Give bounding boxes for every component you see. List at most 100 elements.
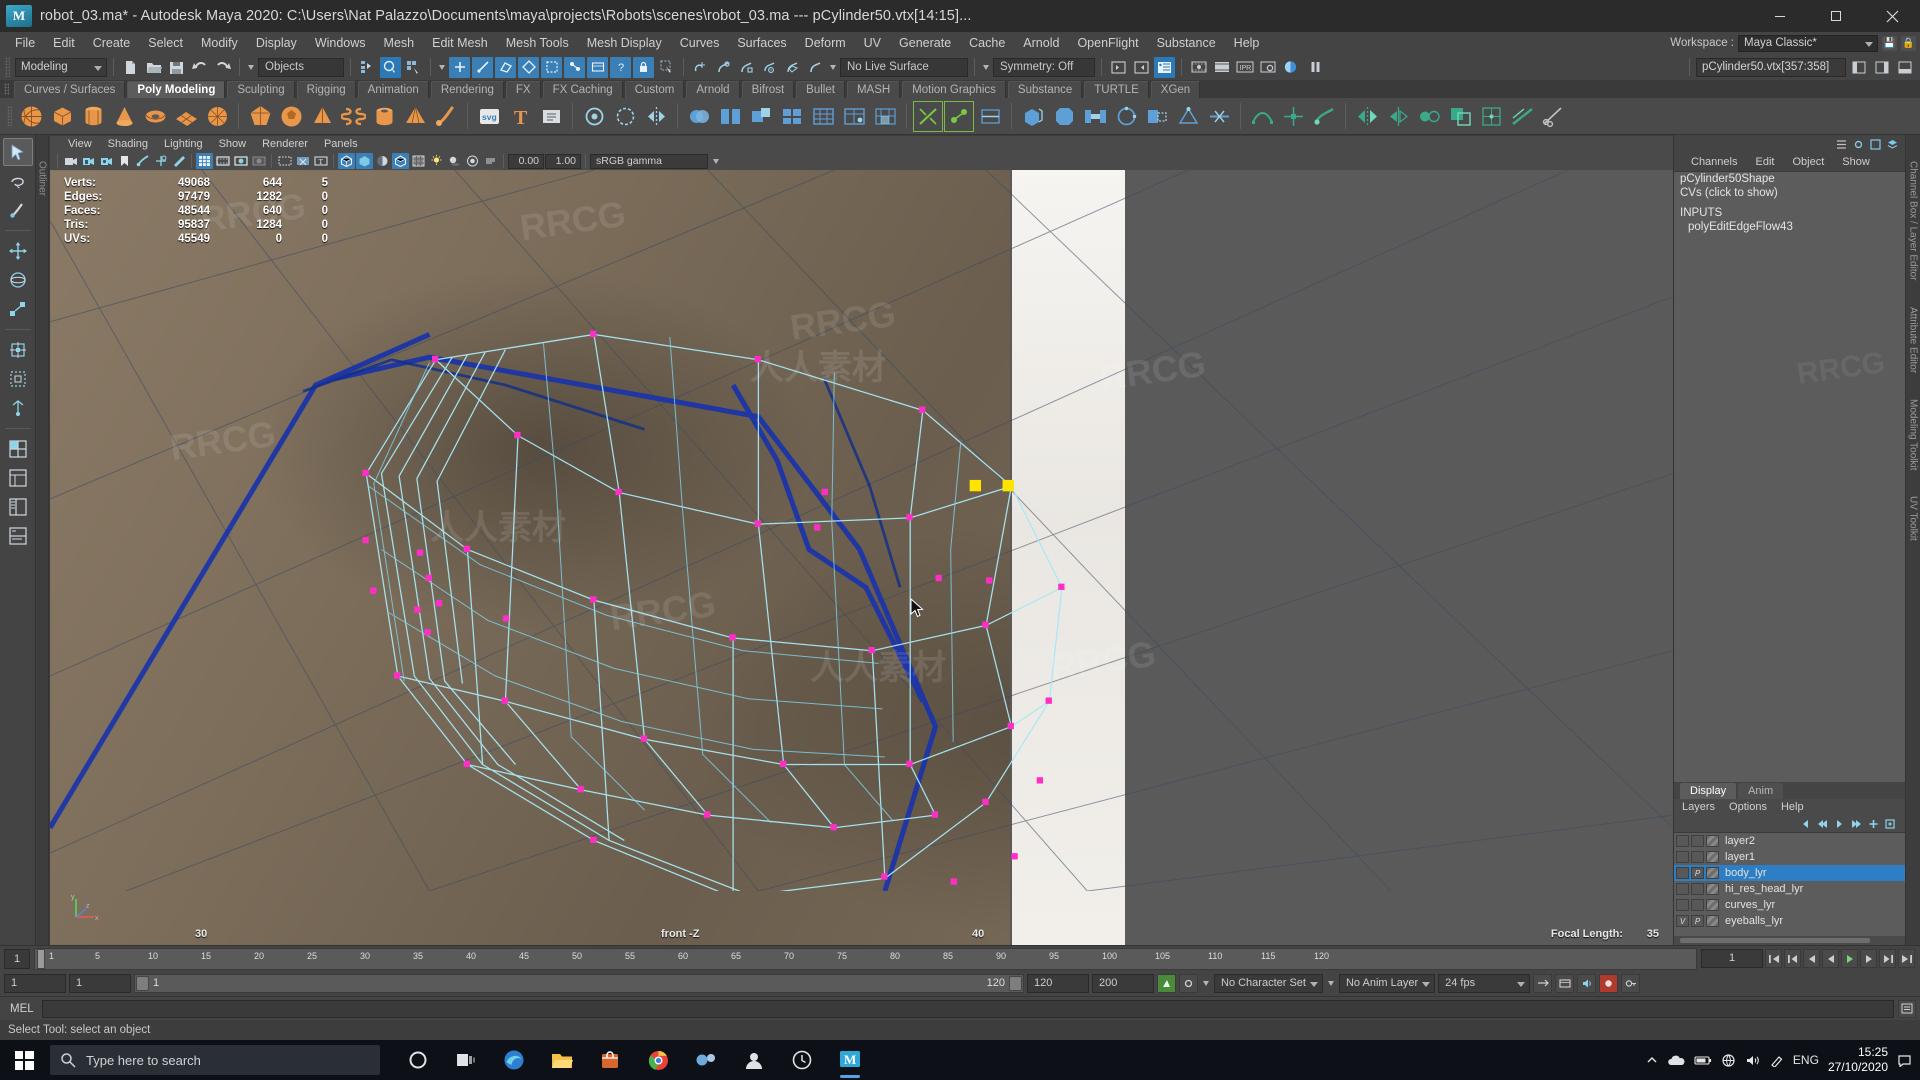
component-pivot-icon[interactable] [564, 57, 585, 78]
auto-key-icon[interactable] [1157, 974, 1176, 993]
film-gate-icon[interactable] [214, 153, 231, 169]
shelf-tab-rendering[interactable]: Rendering [431, 81, 504, 98]
layer-name[interactable]: eyeballs_lyr [1725, 915, 1783, 927]
cortana-icon[interactable] [396, 1040, 440, 1080]
poly-platonic-icon[interactable] [245, 101, 275, 132]
move-tool[interactable] [3, 237, 33, 265]
toggle-attribute-editor-icon[interactable] [1871, 57, 1892, 78]
component-hull-icon[interactable] [541, 57, 562, 78]
toggle-toolbox-icon[interactable] [1848, 57, 1869, 78]
quad-layout-button[interactable] [3, 435, 33, 463]
layer-color-swatch[interactable] [1706, 899, 1719, 911]
create-new-layer-icon[interactable] [1867, 818, 1880, 830]
onedrive-icon[interactable] [1667, 1054, 1685, 1066]
layer-row[interactable]: curves_lyr [1674, 897, 1905, 913]
chevron-down-icon[interactable] [1328, 981, 1334, 986]
playback-settings-icon[interactable] [1555, 974, 1574, 993]
undo-icon[interactable] [189, 57, 210, 78]
playback-end-field[interactable]: 120 [1027, 974, 1089, 993]
time-slider-track[interactable]: 1 5 10 15 20 25 30 35 40 45 50 55 60 65 … [34, 948, 1697, 970]
layer-playback-toggle[interactable] [1691, 883, 1704, 895]
poly-prism-icon[interactable] [307, 101, 337, 132]
shelf-tab-curves-surfaces[interactable]: Curves / Surfaces [14, 81, 125, 98]
multi-cut-icon[interactable] [913, 101, 943, 132]
hypershade-icon[interactable] [1280, 57, 1301, 78]
store-icon[interactable] [588, 1040, 632, 1080]
target-weld-icon[interactable] [944, 101, 974, 132]
layer-move-top-icon[interactable] [1816, 818, 1829, 830]
render-settings-icon[interactable] [1257, 57, 1278, 78]
snap-to-view-plane-icon[interactable] [782, 57, 803, 78]
panel-menu-view[interactable]: View [60, 136, 100, 152]
menu-openflight[interactable]: OpenFlight [1068, 32, 1147, 54]
layer-color-swatch[interactable] [1706, 883, 1719, 895]
selection-mask-field[interactable]: Objects [258, 58, 344, 77]
bridge-icon[interactable] [1080, 101, 1110, 132]
gate-mask-icon[interactable] [250, 153, 267, 169]
extract-icon[interactable] [746, 101, 776, 132]
svg-icon[interactable]: svg [474, 101, 504, 132]
step-back-key-icon[interactable] [1784, 949, 1801, 968]
snap-to-point-icon[interactable] [736, 57, 757, 78]
shelf-tab-custom[interactable]: Custom [625, 81, 685, 98]
playblast-icon[interactable] [1533, 974, 1552, 993]
channel-box-attribute-icon[interactable] [1869, 138, 1882, 151]
channel-box-list-icon[interactable] [1835, 138, 1848, 151]
workspace-lock-icon[interactable]: 🔒 [1901, 36, 1916, 51]
component-face-icon[interactable] [495, 57, 516, 78]
poly-pipe-icon[interactable] [369, 101, 399, 132]
layer-name[interactable]: body_lyr [1725, 867, 1767, 879]
menu-display[interactable]: Display [247, 32, 306, 54]
tab-channels[interactable]: Channels [1682, 156, 1746, 168]
language-indicator[interactable]: ENG [1793, 1053, 1819, 1067]
time-slider-cursor[interactable] [37, 949, 45, 969]
lasso-select-tool[interactable] [3, 167, 33, 195]
circularize-icon[interactable] [1111, 101, 1141, 132]
layer-playback-toggle[interactable] [1691, 899, 1704, 911]
go-to-start-icon[interactable] [1765, 949, 1782, 968]
key-icon[interactable] [1621, 974, 1640, 993]
symmetry-sculpt-icon[interactable] [641, 101, 671, 132]
workspace-save-icon[interactable]: 💾 [1882, 36, 1897, 51]
render-current-frame-icon[interactable] [1188, 57, 1209, 78]
shelf-tab-mash[interactable]: MASH [847, 81, 900, 98]
play-forwards-icon[interactable] [1841, 949, 1858, 968]
layer-row[interactable]: hi_res_head_lyr [1674, 881, 1905, 897]
poly-soccer-ball-icon[interactable] [276, 101, 306, 132]
channel-box-cvs-label[interactable]: CVs (click to show) [1674, 186, 1905, 200]
file-explorer-icon[interactable] [540, 1040, 584, 1080]
lock-selection-icon[interactable] [633, 57, 654, 78]
show-hide-editors-right-icon[interactable] [1131, 57, 1152, 78]
range-slider-right-handle[interactable] [1009, 976, 1022, 991]
layer-name[interactable]: hi_res_head_lyr [1725, 883, 1803, 895]
highlight-selection-icon[interactable] [656, 57, 677, 78]
animation-start-field[interactable]: 1 [4, 974, 66, 993]
menu-deform[interactable]: Deform [796, 32, 855, 54]
chrome-icon[interactable] [636, 1040, 680, 1080]
tab-edit[interactable]: Edit [1746, 156, 1783, 168]
layer-color-swatch[interactable] [1706, 851, 1719, 863]
shelf-tab-fx-caching[interactable]: FX Caching [543, 81, 623, 98]
transform-component-icon[interactable] [1278, 101, 1308, 132]
smooth-shade-icon[interactable] [356, 153, 373, 169]
bookmark-icon[interactable] [116, 153, 133, 169]
grease-pencil-icon[interactable] [170, 153, 187, 169]
create-layer-from-selected-icon[interactable] [1884, 818, 1897, 830]
chevron-down-icon[interactable] [983, 65, 989, 70]
two-d-pan-zoom-icon[interactable] [152, 153, 169, 169]
poly-helix-icon[interactable] [338, 101, 368, 132]
poly-cone-icon[interactable] [109, 101, 139, 132]
layer-playback-toggle[interactable] [1691, 851, 1704, 863]
sound-icon[interactable] [1577, 974, 1596, 993]
channel-box-layer-icon[interactable] [1886, 138, 1899, 151]
shelf-tab-bullet[interactable]: Bullet [796, 81, 845, 98]
layer-menu-layers[interactable]: Layers [1682, 801, 1729, 813]
layer-playback-toggle[interactable] [1691, 835, 1704, 847]
toggle-tool-settings-icon[interactable] [1894, 57, 1915, 78]
select-tool[interactable] [3, 138, 33, 166]
layer-visibility-toggle[interactable] [1676, 851, 1689, 863]
tab-attribute-editor[interactable]: Attribute Editor [1908, 307, 1919, 373]
scale-tool[interactable] [3, 295, 33, 323]
symmetrize-icon[interactable] [1414, 101, 1444, 132]
playback-start-field[interactable]: 1 [69, 974, 131, 993]
